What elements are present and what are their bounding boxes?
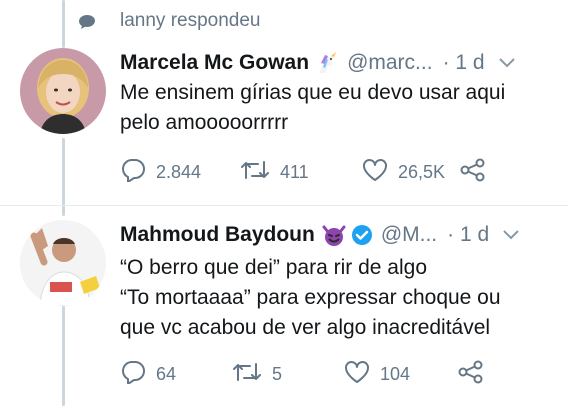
chevron-down-icon[interactable] bbox=[503, 230, 519, 240]
tweet-time[interactable]: · 1 d bbox=[447, 223, 489, 247]
tweet-line: “O berro que dei” para rir de algo bbox=[120, 256, 427, 279]
tweet-actions: 2.844 411 26,5K bbox=[120, 157, 486, 187]
like-count: 26,5K bbox=[398, 161, 446, 182]
reply-icon bbox=[120, 360, 146, 389]
share-icon bbox=[460, 158, 486, 187]
author-handle[interactable]: @M... bbox=[381, 223, 437, 247]
unicorn-icon bbox=[315, 51, 339, 75]
replied-label: lanny respondeu bbox=[120, 10, 261, 31]
tweet-actions: 64 5 104 bbox=[120, 359, 484, 389]
reply-button[interactable]: 2.844 bbox=[120, 158, 240, 187]
tweet-line: “To mortaaaa” para expressar choque ou bbox=[120, 286, 501, 309]
tweet-marcela[interactable]: Marcela Mc Gowan @marc... · 1 d Me ensin… bbox=[0, 48, 568, 200]
retweet-count: 411 bbox=[280, 161, 309, 182]
smiling-devil-icon bbox=[321, 223, 347, 247]
share-button[interactable] bbox=[458, 360, 484, 389]
author-name[interactable]: Mahmoud Baydoun bbox=[120, 223, 315, 247]
verified-badge-icon bbox=[351, 224, 373, 246]
retweet-button[interactable]: 5 bbox=[232, 360, 344, 389]
tweet-mahmoud[interactable]: Mahmoud Baydoun @M... · 1 d “O berro que… bbox=[0, 220, 568, 406]
reply-count: 2.844 bbox=[156, 161, 202, 182]
reply-count: 64 bbox=[156, 363, 177, 384]
tweet-time[interactable]: · 1 d bbox=[443, 51, 485, 75]
speech-bubble-icon bbox=[78, 14, 96, 35]
share-icon bbox=[458, 360, 484, 389]
reply-button[interactable]: 64 bbox=[120, 360, 232, 389]
tweet-text: Me ensinem gírias que eu devo usar aqui … bbox=[120, 78, 505, 138]
avatar[interactable] bbox=[20, 220, 106, 306]
retweet-icon bbox=[232, 360, 262, 389]
reply-icon bbox=[120, 158, 146, 187]
avatar[interactable] bbox=[20, 48, 106, 134]
tweet-header: Mahmoud Baydoun @M... · 1 d bbox=[120, 220, 548, 250]
tweet-line: que vc acabou de ver algo inacreditável bbox=[120, 316, 491, 339]
retweet-button[interactable]: 411 bbox=[240, 158, 362, 187]
tweet-line: Me ensinem gírias que eu devo usar aqui bbox=[120, 81, 506, 104]
share-button[interactable] bbox=[460, 158, 486, 187]
chevron-down-icon[interactable] bbox=[498, 58, 515, 68]
like-button[interactable]: 104 bbox=[344, 360, 458, 389]
thread-line-top bbox=[62, 0, 65, 48]
divider bbox=[0, 205, 568, 206]
retweet-count: 5 bbox=[272, 363, 283, 384]
tweet-text: “O berro que dei” para rir de algo “To m… bbox=[120, 253, 501, 343]
reply-context: lanny respondeu bbox=[79, 8, 261, 34]
author-handle[interactable]: @marc... bbox=[347, 51, 433, 75]
retweet-icon bbox=[240, 158, 270, 187]
heart-icon bbox=[362, 158, 388, 187]
author-name[interactable]: Marcela Mc Gowan bbox=[120, 51, 309, 75]
heart-icon bbox=[344, 360, 370, 389]
tweet-header: Marcela Mc Gowan @marc... · 1 d bbox=[120, 48, 548, 78]
like-count: 104 bbox=[380, 363, 411, 384]
like-button[interactable]: 26,5K bbox=[362, 158, 460, 187]
tweet-line: pelo amooooorrrrr bbox=[120, 111, 289, 134]
